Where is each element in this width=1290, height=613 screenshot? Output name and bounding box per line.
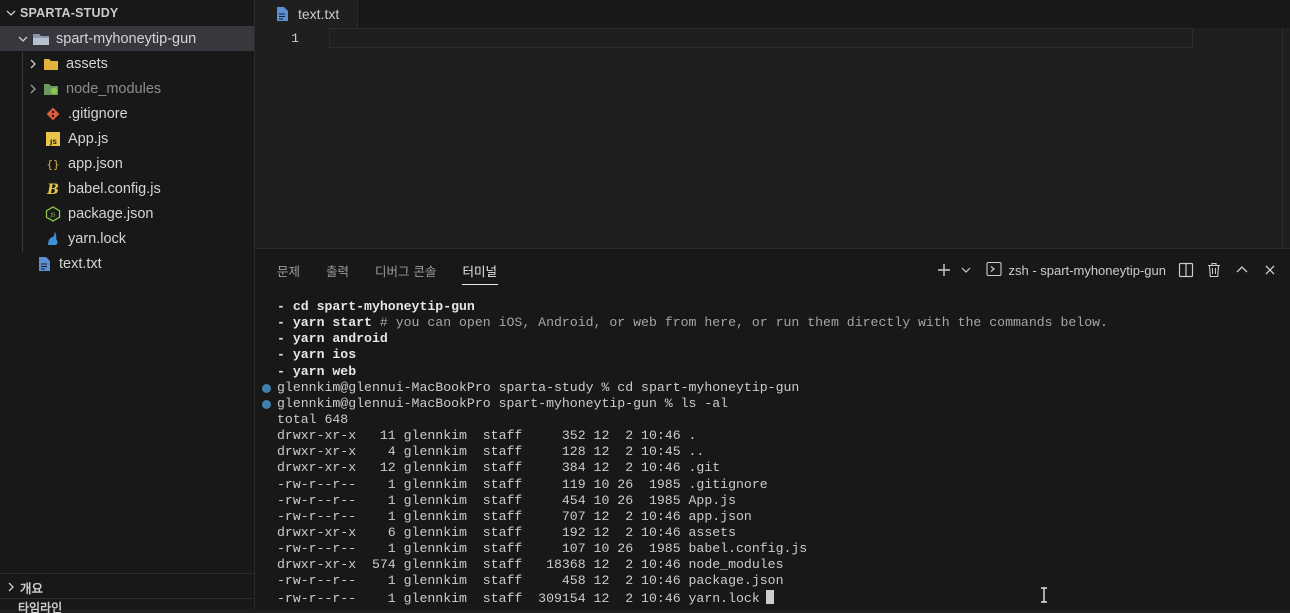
terminal-listing-line: -rw-r--r-- 1 glennkim staff 107 10 26 19…: [277, 541, 808, 557]
editor-tab-text-txt[interactable]: text.txt: [255, 0, 359, 28]
terminal-listing-line: drwxr-xr-x 12 glennkim staff 384 12 2 10…: [277, 460, 721, 476]
terminal-prompt-line: glennkim@glennui-MacBookPro spart-myhone…: [255, 396, 1285, 412]
bottom-panel: 문제 출력 디버그 콘솔 터미널 zsh - spart-myhoneytip-…: [255, 248, 1290, 610]
svg-text:B: B: [46, 182, 59, 197]
outline-label: 개요: [20, 581, 44, 596]
editor-tab-label: text.txt: [298, 6, 340, 22]
terminal-prompt-line: glennkim@glennui-MacBookPro sparta-study…: [255, 380, 1285, 396]
js-file-icon: JS: [44, 130, 62, 148]
split-terminal-icon[interactable]: [1172, 256, 1200, 284]
tree-item-babel-config[interactable]: B babel.config.js: [0, 176, 254, 201]
terminal-hint-line: - cd spart-myhoneytip-gun: [277, 299, 475, 314]
terminal-listing-line: drwxr-xr-x 4 glennkim staff 128 12 2 10:…: [277, 444, 705, 460]
tree-item-label: babel.config.js: [68, 180, 161, 197]
tree-item-label: node_modules: [66, 80, 162, 97]
git-icon: [44, 105, 62, 123]
trash-icon[interactable]: [1200, 256, 1228, 284]
terminal-hint-line: - yarn android: [277, 331, 388, 347]
terminal-output[interactable]: - cd spart-myhoneytip-gun - yarn start #…: [255, 299, 1285, 610]
chevron-down-icon: [4, 6, 18, 20]
text-file-icon: [35, 255, 53, 273]
chevron-down-icon[interactable]: [958, 256, 974, 284]
panel-actions: zsh - spart-myhoneytip-gun: [930, 249, 1284, 291]
explorer-root-header[interactable]: SPARTA-STUDY: [0, 0, 254, 26]
tree-item-app-js[interactable]: JS App.js: [0, 126, 254, 151]
tree-item-yarn-lock[interactable]: yarn.lock: [0, 226, 254, 251]
tree-item-text-txt[interactable]: text.txt: [0, 251, 254, 276]
terminal-listing-line: -rw-r--r-- 1 glennkim staff 309154 12 2 …: [255, 589, 1285, 606]
editor-scrollbar[interactable]: [1282, 28, 1290, 248]
line-number: 1: [291, 30, 299, 46]
tree-item-gitignore[interactable]: .gitignore: [0, 101, 254, 126]
close-icon[interactable]: [1256, 256, 1284, 284]
tree-item-node-modules[interactable]: node_modules: [0, 76, 254, 101]
terminal-listing-line: drwxr-xr-x 574 glennkim staff 18368 12 2…: [277, 557, 784, 573]
command-decoration-icon[interactable]: [262, 399, 271, 409]
json-file-icon: {}: [44, 155, 62, 173]
tree-item-label: spart-myhoneytip-gun: [56, 30, 197, 47]
terminal-listing-line: -rw-r--r-- 1 glennkim staff 119 10 26 19…: [277, 476, 768, 492]
babel-icon: B: [44, 180, 62, 198]
folder-open-icon: [32, 30, 50, 48]
explorer-root-label: SPARTA-STUDY: [20, 6, 119, 20]
terminal-name: zsh - spart-myhoneytip-gun: [1008, 262, 1166, 278]
chevron-right-icon: [26, 57, 40, 71]
new-terminal-icon[interactable]: [930, 256, 958, 284]
tree-item-assets[interactable]: assets: [0, 51, 254, 76]
text-file-icon: [273, 5, 291, 23]
tree-item-label: .gitignore: [68, 105, 128, 122]
command-decoration-icon[interactable]: [262, 383, 271, 393]
node-folder-icon: [42, 80, 60, 98]
terminal-listing-line: -rw-r--r-- 1 glennkim staff 454 10 26 19…: [277, 492, 736, 508]
terminal-hint-line: - yarn web: [277, 363, 357, 379]
terminal-listing-line: -rw-r--r-- 1 glennkim staff 707 12 2 10:…: [277, 508, 752, 524]
tab-terminal[interactable]: 터미널: [450, 249, 511, 291]
tree-item-package-json[interactable]: JS package.json: [0, 201, 254, 226]
tree-item-label: package.json: [68, 205, 154, 222]
svg-text:JS: JS: [49, 138, 57, 146]
terminal-icon: [986, 261, 1003, 280]
chevron-down-icon: [16, 32, 30, 46]
tab-output[interactable]: 출력: [313, 249, 362, 291]
maximize-panel-icon[interactable]: [1228, 256, 1256, 284]
tree-item-label: App.js: [68, 130, 109, 147]
explorer-sidebar: SPARTA-STUDY spart-myhoneytip-gun assets…: [0, 0, 272, 613]
editor-area: text.txt 1: [255, 0, 1290, 248]
chevron-right-icon: [26, 82, 40, 96]
tree-item-project-folder[interactable]: spart-myhoneytip-gun: [0, 26, 254, 51]
tab-debug-console[interactable]: 디버그 콘솔: [362, 249, 449, 291]
tree-item-label: assets: [66, 55, 108, 72]
folder-icon: [42, 55, 60, 73]
current-line-highlight[interactable]: [329, 28, 1193, 48]
tree-item-label: text.txt: [59, 255, 102, 272]
tree-item-label: yarn.lock: [68, 230, 127, 247]
terminal-cursor: [765, 589, 774, 604]
tree-item-app-json[interactable]: {} app.json: [0, 151, 254, 176]
text-cursor-icon: [1039, 587, 1049, 608]
terminal-listing-line: drwxr-xr-x 6 glennkim staff 192 12 2 10:…: [277, 524, 736, 540]
editor-tab-bar: text.txt: [255, 0, 1290, 28]
outline-section-header[interactable]: 개요: [0, 573, 258, 600]
terminal-total-line: total 648: [277, 411, 349, 427]
terminal-listing-line: drwxr-xr-x 11 glennkim staff 352 12 2 10…: [277, 428, 697, 444]
terminal-hint-line: - yarn ios: [277, 347, 357, 363]
terminal-listing-line: -rw-r--r-- 1 glennkim staff 458 12 2 10:…: [277, 573, 784, 589]
node-js-icon: JS: [44, 205, 62, 223]
tab-problems[interactable]: 문제: [264, 249, 313, 291]
chevron-right-icon: [4, 580, 18, 594]
terminal-selector[interactable]: zsh - spart-myhoneytip-gun: [982, 261, 1172, 280]
svg-text:JS: JS: [49, 212, 56, 218]
terminal-hint-line: - yarn start # you can open iOS, Android…: [277, 315, 1108, 331]
timeline-section-header[interactable]: 타임라인: [0, 598, 272, 613]
tree-item-label: app.json: [68, 155, 123, 172]
timeline-label: 타임라인: [18, 601, 63, 613]
svg-text:{}: {}: [46, 158, 59, 171]
yarn-icon: [44, 230, 62, 248]
panel-tab-bar: 문제 출력 디버그 콘솔 터미널 zsh - spart-myhoneytip-…: [255, 249, 1290, 291]
code-line[interactable]: 1: [255, 28, 1290, 48]
